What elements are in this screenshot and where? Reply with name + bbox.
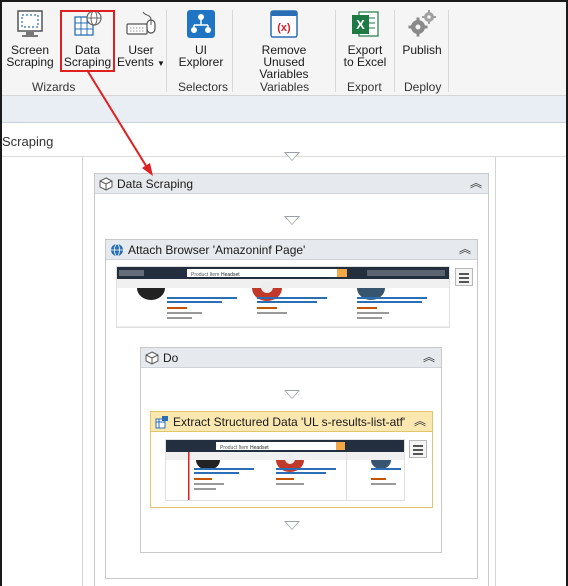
extract-structured-data-activity[interactable]: Extract Structured Data 'UL s-results-li… <box>150 411 433 508</box>
annotation-arrow <box>86 69 153 176</box>
extract-header: Extract Structured Data 'UL s-results-li… <box>151 412 432 432</box>
do-title: Do <box>163 351 179 365</box>
browser-screenshot-thumbnail: Product Item Headset <box>116 266 450 328</box>
collapse-icon[interactable]: ︽ <box>459 241 471 257</box>
drop-indicator-icon <box>284 216 300 225</box>
extract-screenshot-thumbnail: Product Item Headset <box>165 439 405 501</box>
thumb-search-text: Product Item <box>191 272 219 278</box>
collapse-icon[interactable]: ︽ <box>423 349 435 365</box>
do-header: Do ︽ <box>141 348 441 368</box>
cube-icon <box>145 351 159 365</box>
drop-indicator-icon <box>284 390 300 399</box>
app-window: Screen Scraping Data Scraping User Event… <box>0 0 568 586</box>
collapse-icon[interactable]: ︽ <box>414 413 426 429</box>
thumb-search-value: Headset <box>221 272 240 278</box>
extract-title: Extract Structured Data 'UL s-results-li… <box>173 415 406 429</box>
globe-icon <box>110 243 124 257</box>
hamburger-menu-icon[interactable] <box>409 440 427 458</box>
drop-indicator-icon <box>284 521 300 530</box>
hamburger-menu-icon[interactable] <box>455 268 473 286</box>
thumb-search-text: Product Item <box>220 445 248 451</box>
thumb-search-value: Headset <box>250 445 269 451</box>
attach-browser-title: Attach Browser 'Amazoninf Page' <box>128 243 306 257</box>
table-extract-icon <box>155 415 169 429</box>
attach-browser-header: Attach Browser 'Amazoninf Page' ︽ <box>106 240 477 260</box>
